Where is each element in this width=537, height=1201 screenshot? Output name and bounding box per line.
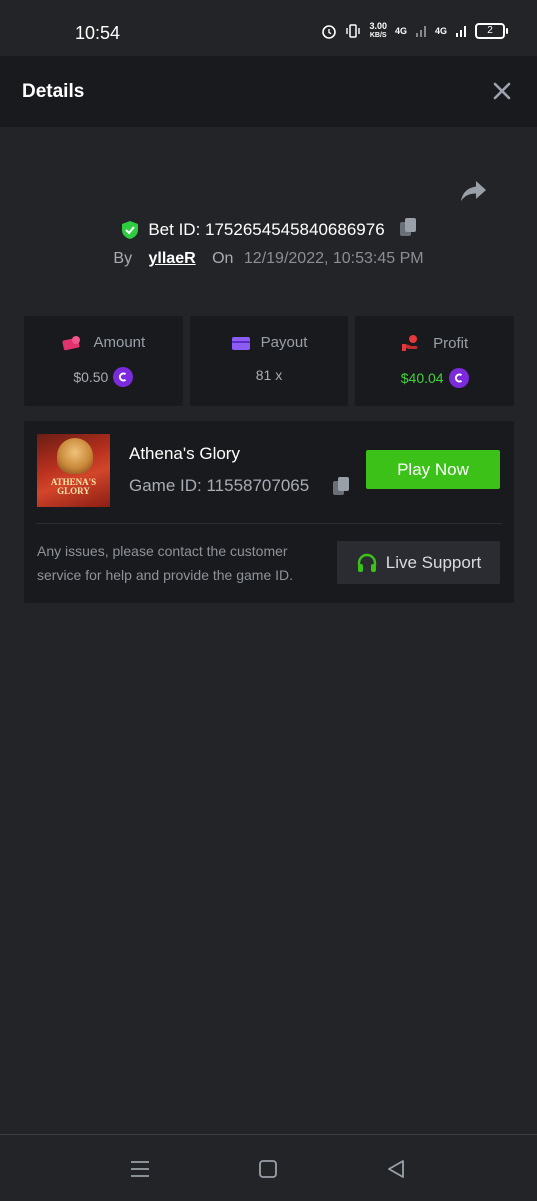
share-icon bbox=[461, 181, 486, 201]
details-header: Details bbox=[0, 56, 537, 127]
coin-icon bbox=[448, 368, 469, 388]
profit-icon bbox=[402, 335, 418, 351]
stat-payout: Payout 81 x bbox=[189, 316, 349, 406]
by-label: By bbox=[113, 250, 133, 267]
live-support-label: Live Support bbox=[385, 552, 482, 572]
copy-icon bbox=[333, 477, 349, 495]
stat-amount: Amount $0.50 bbox=[24, 316, 183, 406]
bet-meta-row: By yllaeR On 12/19/2022, 10:53:45 PM bbox=[0, 250, 537, 268]
vibrate-icon bbox=[346, 24, 361, 38]
status-bar: 10:54 3.00 KB/S 4G 4G 2 bbox=[0, 0, 537, 56]
stat-payout-value: 81 x bbox=[255, 367, 283, 383]
support-note: Any issues, please contact the customer … bbox=[37, 543, 294, 583]
signal-icon bbox=[415, 26, 426, 37]
network-speed: 3.00 KB/S bbox=[369, 21, 387, 40]
status-time: 10:54 bbox=[75, 23, 121, 43]
bet-stats: Amount $0.50 Payout 81 x Profit $40.04 bbox=[24, 316, 515, 406]
stat-profit-value: $40.04 bbox=[400, 370, 444, 386]
game-card: ATHENA'S GLORY Athena's Glory Game ID: 1… bbox=[24, 421, 514, 603]
menu-icon bbox=[131, 1161, 149, 1177]
battery-icon: 2 bbox=[475, 23, 508, 39]
system-nav-bar bbox=[0, 1134, 537, 1201]
stat-payout-label: Payout bbox=[260, 334, 308, 351]
share-button[interactable] bbox=[460, 178, 488, 204]
nav-menu-button[interactable] bbox=[128, 1157, 152, 1181]
copy-bet-id-button[interactable] bbox=[399, 217, 417, 242]
bet-user-link[interactable]: yllaeR bbox=[149, 250, 196, 267]
live-support-button[interactable]: Live Support bbox=[337, 541, 500, 584]
page-title: Details bbox=[22, 81, 85, 102]
close-button[interactable] bbox=[493, 78, 511, 104]
stat-amount-value: $0.50 bbox=[73, 369, 109, 385]
stat-amount-label: Amount bbox=[93, 334, 146, 351]
bet-id-row: Bet ID: 1752654545840686976 bbox=[0, 217, 537, 245]
bet-id: Bet ID: 1752654545840686976 bbox=[148, 219, 385, 239]
thumbnail-figure bbox=[57, 438, 93, 474]
bet-datetime: 12/19/2022, 10:53:45 PM bbox=[243, 250, 424, 267]
network-type-1: 4G bbox=[394, 26, 407, 36]
headset-icon bbox=[357, 553, 376, 572]
signal-icon-2 bbox=[456, 26, 466, 37]
alarm-icon bbox=[322, 25, 337, 39]
stat-profit: Profit $40.04 bbox=[355, 316, 515, 406]
game-thumbnail[interactable]: ATHENA'S GLORY bbox=[37, 434, 110, 507]
copy-game-id-button[interactable] bbox=[332, 476, 350, 501]
status-icons: 3.00 KB/S 4G 4G 2 bbox=[321, 21, 508, 40]
coin-icon bbox=[113, 367, 134, 387]
copy-icon bbox=[399, 218, 416, 236]
divider bbox=[36, 523, 502, 524]
on-label: On bbox=[212, 250, 234, 267]
back-triangle-icon bbox=[388, 1160, 404, 1178]
network-type-2: 4G bbox=[434, 26, 447, 36]
wallet-icon bbox=[231, 336, 250, 350]
home-square-icon bbox=[259, 1160, 277, 1178]
game-name: Athena's Glory bbox=[129, 444, 240, 463]
nav-back-button[interactable] bbox=[384, 1157, 408, 1181]
game-id: Game ID: 11558707065 bbox=[129, 476, 310, 495]
close-icon bbox=[493, 82, 511, 100]
nav-home-button[interactable] bbox=[256, 1157, 280, 1181]
shield-check-icon bbox=[122, 220, 139, 239]
play-now-button[interactable]: Play Now bbox=[366, 450, 500, 489]
stat-profit-label: Profit bbox=[433, 334, 469, 352]
amount-icon bbox=[62, 335, 81, 350]
thumbnail-title: ATHENA'S GLORY bbox=[50, 477, 97, 496]
